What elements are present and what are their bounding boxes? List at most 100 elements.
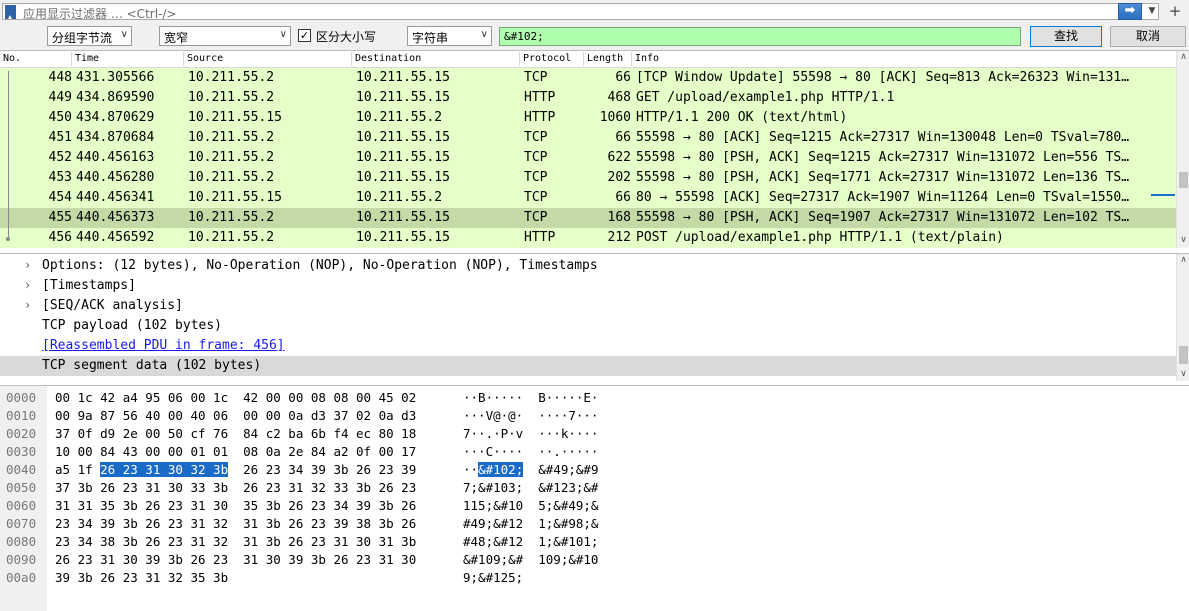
byte-ascii[interactable]: #49;&#12 1;&#98;&	[463, 516, 598, 531]
case-sensitive-checkbox[interactable]: ✓	[298, 29, 311, 42]
packet-cell-src: 10.211.55.2	[188, 70, 275, 85]
filter-history-dropdown-icon[interactable]: ▼	[1145, 3, 1159, 20]
packet-cell-len: 468	[607, 90, 631, 105]
packet-cell-dst: 10.211.55.15	[356, 210, 450, 225]
packet-row[interactable]: 453 440.456280 10.211.55.2 10.211.55.15 TCP 2…	[0, 168, 1177, 188]
column-header-time[interactable]: Time	[72, 52, 184, 66]
apply-filter-arrow-icon[interactable]: ➡	[1118, 3, 1142, 20]
byte-ascii[interactable]: #48;&#12 1;&#101;	[463, 534, 598, 549]
byte-ascii[interactable]: ···V@·@· ····7···	[463, 408, 598, 423]
packet-row[interactable]: 451 434.870684 10.211.55.2 10.211.55.15 TCP 6…	[0, 128, 1177, 148]
byte-ascii[interactable]: 7;&#103; &#123;&#	[463, 480, 598, 495]
byte-ascii[interactable]: ··&#102; &#49;&#9	[463, 462, 598, 477]
byte-hex[interactable]: 37 0f d9 2e 00 50 cf 76 84 c2 ba 6b f4 e…	[55, 426, 416, 441]
column-header-no[interactable]: No.	[0, 52, 72, 66]
packet-cell-time: 440.456592	[76, 230, 155, 245]
column-header-info[interactable]: Info	[632, 52, 1177, 66]
packet-list-scrollbar[interactable]: ∧ ∨	[1176, 51, 1189, 248]
packet-cell-dst: 10.211.55.2	[356, 190, 443, 205]
bookmark-icon[interactable]	[5, 5, 16, 19]
packet-row[interactable]: 455 440.456373 10.211.55.2 10.211.55.15 TCP 1…	[0, 208, 1177, 228]
column-header-source[interactable]: Source	[184, 52, 352, 66]
byte-offset: 00a0	[6, 570, 37, 585]
find-button[interactable]: 查找	[1030, 26, 1102, 47]
packet-cell-proto: HTTP	[524, 230, 556, 245]
search-in-select[interactable]: 分组字节流 ∨	[47, 26, 132, 46]
packet-cell-time: 440.456280	[76, 170, 155, 185]
byte-ascii[interactable]: ···C···· ··.·····	[463, 444, 598, 459]
byte-ascii[interactable]: ··B····· B·····E·	[463, 390, 598, 405]
search-type-value: 字符串	[412, 31, 449, 45]
byte-ascii[interactable]: 7··.·P·v ···k····	[463, 426, 598, 441]
packet-bytes-pane: 0000 00 1c 42 a4 95 06 00 1c 42 00 00 08 …	[0, 385, 1189, 611]
scrollbar-thumb[interactable]	[1179, 172, 1188, 188]
byte-hex[interactable]: 00 1c 42 a4 95 06 00 1c 42 00 00 08 08 0…	[55, 390, 416, 405]
details-scrollbar[interactable]: ∧ ∨	[1176, 254, 1189, 381]
packet-cell-no: 452	[48, 150, 72, 165]
column-header-length[interactable]: Length	[584, 52, 632, 66]
detail-row-timestamps[interactable]: › [Timestamps]	[0, 276, 1176, 296]
scroll-down-icon[interactable]: ∨	[1177, 234, 1189, 247]
detail-row-options[interactable]: › Options: (12 bytes), No-Operation (NOP…	[0, 256, 1176, 276]
detail-label: [Timestamps]	[42, 278, 136, 293]
byte-offset: 0000	[6, 390, 37, 405]
byte-offset: 0090	[6, 552, 37, 567]
packet-cell-no: 450	[48, 110, 72, 125]
detail-label: TCP segment data (102 bytes)	[42, 358, 262, 373]
packet-row[interactable]: 449 434.869590 10.211.55.2 10.211.55.15 HTTP…	[0, 88, 1177, 108]
byte-hex[interactable]: 39 3b 26 23 31 32 35 3b	[55, 570, 228, 585]
search-type-select[interactable]: 字符串 ∨	[407, 26, 492, 46]
detail-row-seq-ack[interactable]: › [SEQ/ACK analysis]	[0, 296, 1176, 316]
packet-cell-info: 55598 → 80 [PSH, ACK] Seq=1771 Ack=27317…	[636, 170, 1130, 185]
byte-hex[interactable]: a5 1f 26 23 31 30 32 3b 26 23 34 39 3b 2…	[55, 462, 416, 477]
selected-ascii-bytes: &#102;	[478, 462, 524, 477]
reassembled-pdu-link[interactable]: [Reassembled PDU in frame: 456]	[42, 338, 285, 353]
detail-row-tcp-payload[interactable]: TCP payload (102 bytes)	[0, 316, 1176, 336]
add-filter-button-icon[interactable]: +	[1165, 3, 1185, 20]
packet-cell-src: 10.211.55.2	[188, 90, 275, 105]
byte-ascii[interactable]: &#109;&# 109;&#10	[463, 552, 598, 567]
packet-cell-info: 55598 → 80 [ACK] Seq=1215 Ack=27317 Win=…	[636, 130, 1130, 145]
search-input[interactable]: &#102;	[499, 27, 1021, 46]
expand-chevron-icon[interactable]: ›	[24, 258, 31, 272]
char-width-select[interactable]: 宽窄 ∨	[159, 26, 291, 46]
scrollbar-thumb[interactable]	[1179, 346, 1188, 364]
packet-row[interactable]: 448 431.305566 10.211.55.2 10.211.55.15 TCP 6…	[0, 68, 1177, 88]
byte-ascii[interactable]: 9;&#125;	[463, 570, 523, 585]
packet-row[interactable]: 456 440.456592 10.211.55.2 10.211.55.15 HTTP…	[0, 228, 1177, 248]
byte-ascii-part: ··	[463, 462, 479, 477]
packet-cell-time: 440.456373	[76, 210, 155, 225]
expand-chevron-icon[interactable]: ›	[24, 278, 31, 292]
detail-row-segment-data[interactable]: TCP segment data (102 bytes)	[0, 356, 1176, 376]
byte-hex[interactable]: 10 00 84 43 00 00 01 01 08 0a 2e 84 a2 0…	[55, 444, 416, 459]
packet-cell-info: [TCP Window Update] 55598 → 80 [ACK] Seq…	[636, 70, 1130, 85]
packet-cell-src: 10.211.55.15	[188, 110, 282, 125]
packet-row[interactable]: 452 440.456163 10.211.55.2 10.211.55.15 TCP 6…	[0, 148, 1177, 168]
scroll-up-icon[interactable]: ∧	[1177, 51, 1189, 64]
byte-ascii[interactable]: 115;&#10 5;&#49;&	[463, 498, 598, 513]
detail-row-reassembled-link[interactable]: [Reassembled PDU in frame: 456]	[0, 336, 1176, 356]
packet-list-header: No. Time Source Destination Protocol Len…	[0, 51, 1177, 68]
byte-hex[interactable]: 23 34 38 3b 26 23 31 32 31 3b 26 23 31 3…	[55, 534, 416, 549]
find-packet-bar: 分组字节流 ∨ 宽窄 ∨ ✓ 区分大小写 字符串 ∨ &#102; 查找 取消	[0, 24, 1189, 51]
column-header-destination[interactable]: Destination	[352, 52, 520, 66]
column-header-protocol[interactable]: Protocol	[520, 52, 584, 66]
byte-hex[interactable]: 00 9a 87 56 40 00 40 06 00 00 0a d3 37 0…	[55, 408, 416, 423]
packet-cell-src: 10.211.55.15	[188, 190, 282, 205]
packet-row[interactable]: 450 434.870629 10.211.55.15 10.211.55.2 HTTP…	[0, 108, 1177, 128]
byte-offset: 0060	[6, 498, 37, 513]
scroll-down-icon[interactable]: ∨	[1177, 368, 1189, 381]
byte-hex[interactable]: 37 3b 26 23 31 30 33 3b 26 23 31 32 33 3…	[55, 480, 416, 495]
byte-hex[interactable]: 26 23 31 30 39 3b 26 23 31 30 39 3b 26 2…	[55, 552, 416, 567]
packet-cell-len: 66	[615, 190, 631, 205]
byte-hex[interactable]: 31 31 35 3b 26 23 31 30 35 3b 26 23 34 3…	[55, 498, 416, 513]
packet-row[interactable]: 454 440.456341 10.211.55.15 10.211.55.2 TCP 6…	[0, 188, 1177, 208]
display-filter-input[interactable]: 应用显示过滤器 … <Ctrl-/>	[2, 3, 1159, 21]
byte-hex-part: a5 1f	[55, 462, 101, 477]
packet-cell-no: 456	[48, 230, 72, 245]
scroll-up-icon[interactable]: ∧	[1177, 254, 1189, 267]
byte-hex[interactable]: 23 34 39 3b 26 23 31 32 31 3b 26 23 39 3…	[55, 516, 416, 531]
expand-chevron-icon[interactable]: ›	[24, 298, 31, 312]
cancel-button[interactable]: 取消	[1110, 26, 1186, 47]
packet-cell-proto: HTTP	[524, 110, 556, 125]
